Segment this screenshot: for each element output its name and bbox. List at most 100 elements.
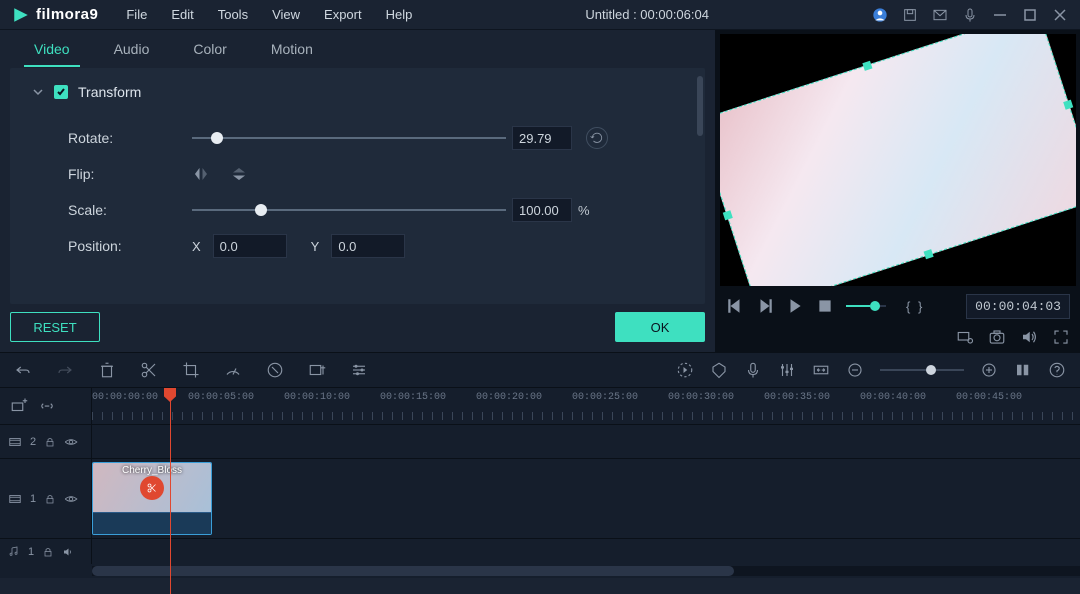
record-vo-icon[interactable] <box>744 361 762 379</box>
tab-motion[interactable]: Motion <box>249 31 335 67</box>
play-icon[interactable] <box>786 297 804 315</box>
mic-icon[interactable] <box>962 7 978 23</box>
split-icon[interactable] <box>140 361 158 379</box>
scale-unit: % <box>578 203 590 218</box>
mixer-icon[interactable] <box>778 361 796 379</box>
property-tabs: Video Audio Color Motion <box>0 30 715 68</box>
playback-controls: { } 00:00:04:03 <box>716 290 1080 322</box>
track-num: 2 <box>30 436 36 448</box>
menu-file[interactable]: File <box>116 3 157 26</box>
window-title: Untitled : 00:00:06:04 <box>426 7 868 22</box>
scale-input[interactable] <box>512 198 572 222</box>
flip-horizontal-icon[interactable] <box>192 165 210 183</box>
quality-icon[interactable] <box>956 328 974 346</box>
eye-icon[interactable] <box>64 492 78 506</box>
menu-tools[interactable]: Tools <box>208 3 258 26</box>
eye-icon[interactable] <box>64 435 78 449</box>
preview-viewport[interactable] <box>720 34 1076 286</box>
speaker-icon[interactable] <box>62 546 74 558</box>
cut-marker-icon[interactable] <box>140 476 164 500</box>
tab-video[interactable]: Video <box>12 31 92 67</box>
adjust-icon[interactable] <box>350 361 368 379</box>
flip-vertical-icon[interactable] <box>230 165 248 183</box>
video-track-2: 2 <box>0 424 1080 458</box>
preview-timecode: 00:00:04:03 <box>966 294 1070 319</box>
position-y-input[interactable] <box>331 234 405 258</box>
account-icon[interactable] <box>872 7 888 23</box>
stop-icon[interactable] <box>816 297 834 315</box>
marker-icon[interactable] <box>710 361 728 379</box>
lock-icon[interactable] <box>44 436 56 448</box>
timeline-clip[interactable]: Cherry_Bloss <box>92 462 212 535</box>
app-name: filmora9 <box>36 6 98 23</box>
zoom-out-icon[interactable] <box>846 361 864 379</box>
transform-panel: Transform Rotate: Flip: Scale: % Positio… <box>10 68 705 304</box>
rotate-slider[interactable] <box>192 128 506 148</box>
playhead[interactable] <box>170 388 171 594</box>
position-label: Position: <box>32 238 192 254</box>
zoom-slider[interactable] <box>880 369 964 371</box>
scale-label: Scale: <box>32 202 192 218</box>
color-match-icon[interactable] <box>266 361 284 379</box>
panel-scrollbar[interactable] <box>697 76 703 136</box>
next-frame-icon[interactable] <box>756 297 774 315</box>
transform-checkbox[interactable] <box>54 85 68 99</box>
redo-icon[interactable] <box>56 361 74 379</box>
tab-audio[interactable]: Audio <box>92 31 172 67</box>
filmora-logo-icon <box>12 6 30 24</box>
zoom-fit-icon[interactable] <box>812 361 830 379</box>
save-icon[interactable] <box>902 7 918 23</box>
window-maximize[interactable] <box>1022 7 1038 23</box>
transform-title: Transform <box>78 84 141 100</box>
menu-help[interactable]: Help <box>376 3 423 26</box>
tab-color[interactable]: Color <box>171 31 248 67</box>
link-icon[interactable] <box>38 397 56 415</box>
video-track-icon <box>8 492 22 506</box>
scale-slider[interactable] <box>192 200 506 220</box>
preview-options <box>716 322 1080 352</box>
timeline-scrollbar[interactable] <box>92 566 1080 576</box>
lock-icon[interactable] <box>44 493 56 505</box>
playback-volume-slider[interactable] <box>846 305 886 307</box>
timeline: 00:00:00:0000:00:05:0000:00:10:0000:00:1… <box>0 388 1080 578</box>
track-num: 1 <box>30 493 36 505</box>
clip-label: Cherry_Bloss <box>122 465 182 476</box>
preview-clip[interactable] <box>720 34 1076 286</box>
track-manage-icon[interactable] <box>1014 361 1032 379</box>
lock-icon[interactable] <box>42 546 54 558</box>
audio-track-icon <box>8 546 20 558</box>
position-x-label: X <box>192 239 201 254</box>
snapshot-icon[interactable] <box>988 328 1006 346</box>
ok-button[interactable]: OK <box>615 312 705 342</box>
timeline-ruler[interactable]: 00:00:00:0000:00:05:0000:00:10:0000:00:1… <box>92 388 1080 424</box>
menu-edit[interactable]: Edit <box>161 3 203 26</box>
audio-track-1: 1 <box>0 538 1080 564</box>
video-track-icon <box>8 435 22 449</box>
menu-export[interactable]: Export <box>314 3 372 26</box>
help-icon[interactable] <box>1048 361 1066 379</box>
undo-icon[interactable] <box>14 361 32 379</box>
rotate-label: Rotate: <box>32 130 192 146</box>
render-icon[interactable] <box>676 361 694 379</box>
delete-icon[interactable] <box>98 361 116 379</box>
zoom-in-icon[interactable] <box>980 361 998 379</box>
rotate-reset-icon[interactable] <box>586 127 608 149</box>
rotate-input[interactable] <box>512 126 572 150</box>
prev-frame-icon[interactable] <box>726 297 744 315</box>
speed-icon[interactable] <box>224 361 242 379</box>
video-track-1: 1 Cherry_Bloss <box>0 458 1080 538</box>
reset-button[interactable]: RESET <box>10 312 100 342</box>
freeze-icon[interactable] <box>308 361 326 379</box>
fullscreen-icon[interactable] <box>1052 328 1070 346</box>
volume-icon[interactable] <box>1020 328 1038 346</box>
menu-view[interactable]: View <box>262 3 310 26</box>
message-icon[interactable] <box>932 7 948 23</box>
timeline-toolbar <box>0 352 1080 388</box>
crop-icon[interactable] <box>182 361 200 379</box>
marker-braces[interactable]: { } <box>906 299 924 314</box>
position-x-input[interactable] <box>213 234 287 258</box>
chevron-down-icon[interactable] <box>32 86 44 98</box>
window-minimize[interactable] <box>992 7 1008 23</box>
window-close[interactable] <box>1052 7 1068 23</box>
add-track-icon[interactable] <box>10 397 28 415</box>
